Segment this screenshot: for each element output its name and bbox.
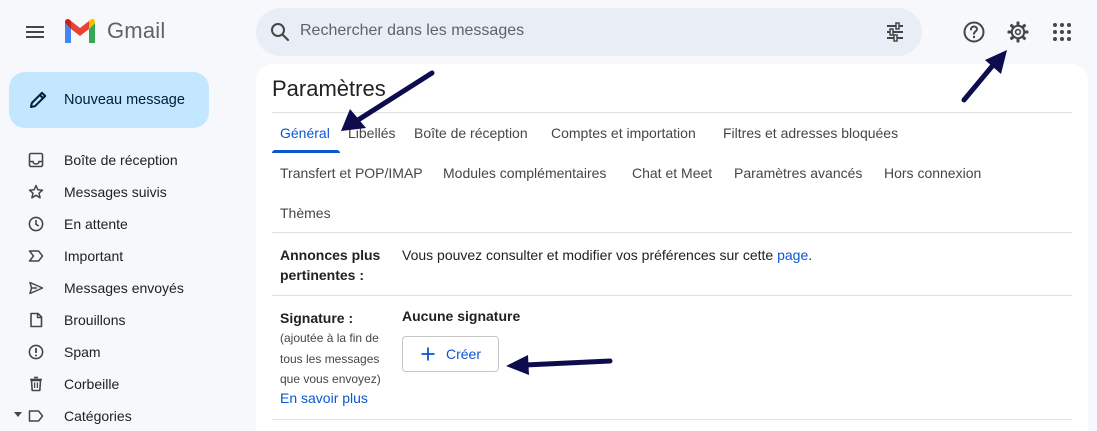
main-menu-button[interactable] [22,20,48,44]
sidebar-item-important[interactable]: Important [0,240,240,272]
create-signature-button[interactable]: Créer [402,336,499,372]
hamburger-icon [26,26,44,38]
search-bar[interactable]: Rechercher dans les messages [256,8,922,56]
ads-setting-text: Vous pouvez consulter et modifier vos pr… [402,247,812,263]
divider [272,295,1072,296]
sidebar-item-categories[interactable]: Catégories [0,400,240,431]
clock-icon [28,216,44,232]
compose-button[interactable]: Nouveau message [9,72,209,128]
learn-more-link[interactable]: En savoir plus [280,390,368,406]
compose-label: Nouveau message [64,92,185,108]
gmail-m-icon [65,18,95,43]
sidebar-item-label: En attente [64,216,128,232]
ads-description: Vous pouvez consulter et modifier vos pr… [402,247,778,263]
plus-icon [421,347,435,361]
tab-advanced[interactable]: Paramètres avancés [734,165,862,181]
tab-chat-meet[interactable]: Chat et Meet [632,165,712,181]
sidebar-item-label: Messages envoyés [64,280,184,296]
sidebar-item-trash[interactable]: Corbeille [0,368,240,400]
sidebar-item-label: Boîte de réception [64,152,178,168]
send-icon [29,281,44,295]
sidebar-item-label: Brouillons [64,312,126,328]
ads-period: . [808,247,813,263]
trash-icon [30,376,42,392]
signature-note-line: (ajoutée à la fin de [280,331,379,345]
search-options-icon[interactable] [884,21,906,43]
tab-accounts[interactable]: Comptes et importation [551,125,696,141]
pencil-icon [30,91,47,108]
sidebar-item-label: Catégories [64,408,132,424]
tab-labels[interactable]: Libellés [348,125,395,141]
settings-panel: Paramètres Général Libellés Boîte de réc… [256,64,1088,431]
signature-note-line: que vous envoyez) [280,372,381,386]
divider [272,419,1072,420]
sidebar-item-drafts[interactable]: Brouillons [0,304,240,336]
sidebar-item-spam[interactable]: Spam [0,336,240,368]
important-icon [28,250,44,262]
search-icon[interactable] [269,21,291,43]
caret-down-icon[interactable] [14,412,22,418]
google-apps-icon[interactable] [1052,22,1072,42]
sidebar-item-label: Messages suivis [64,184,167,200]
label-icon [28,410,44,422]
sidebar-nav: Boîte de réception Messages suivis En at… [0,144,240,431]
sidebar-item-sent[interactable]: Messages envoyés [0,272,240,304]
tab-inbox[interactable]: Boîte de réception [414,125,528,141]
help-icon[interactable] [962,20,986,44]
page-title: Paramètres [272,76,386,101]
ads-preferences-link[interactable]: page [777,247,808,263]
sidebar-item-snoozed[interactable]: En attente [0,208,240,240]
inbox-icon [28,152,44,168]
search-input[interactable]: Rechercher dans les messages [300,22,524,40]
signature-status: Aucune signature [402,308,521,324]
signature-note-line: tous les messages [280,351,380,366]
tab-filters[interactable]: Filtres et adresses bloquées [723,125,898,141]
sidebar-item-label: Spam [64,344,101,360]
app-name: Gmail [107,18,166,43]
spam-icon [28,344,44,360]
divider [272,232,1072,233]
divider [272,112,1072,113]
signature-note: (ajoutée à la fin de tous les messages q… [280,328,392,390]
sidebar-item-label: Important [64,248,124,264]
sidebar-item-inbox[interactable]: Boîte de réception [0,144,240,176]
tab-addons[interactable]: Modules complémentaires [443,165,606,181]
tab-offline[interactable]: Hors connexion [884,165,981,181]
create-signature-label: Créer [446,346,482,362]
settings-gear-icon[interactable] [1006,20,1030,44]
sidebar-item-label: Corbeille [64,376,120,392]
ads-label-line1: Annonces plus [280,247,381,263]
tab-general[interactable]: Général [280,125,330,141]
ads-label-line2: pertinentes : [280,267,365,283]
star-icon [28,184,44,199]
ads-setting-label: Annonces plus pertinentes : [280,245,390,285]
active-tab-indicator [272,150,340,153]
gmail-logo[interactable]: Gmail [63,17,165,45]
tab-themes[interactable]: Thèmes [280,205,331,221]
tab-forwarding[interactable]: Transfert et POP/IMAP [280,165,423,181]
sidebar-item-starred[interactable]: Messages suivis [0,176,240,208]
signature-label: Signature : [280,310,354,326]
draft-icon [30,312,43,328]
